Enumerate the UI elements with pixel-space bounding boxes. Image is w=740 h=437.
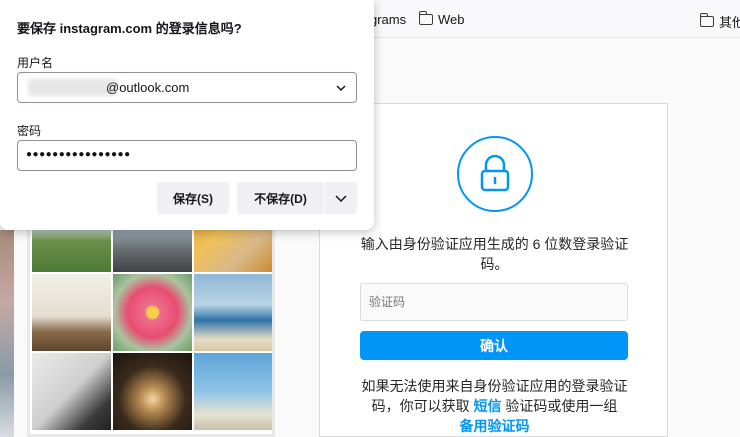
help-text: 如果无法使用来自身份验证应用的登录验证码，你可以获取 短信 验证码或使用一组 备… bbox=[350, 376, 639, 436]
sms-link[interactable]: 短信 bbox=[474, 398, 502, 414]
lock-icon-circle bbox=[457, 136, 533, 212]
lock-icon bbox=[480, 154, 510, 192]
username-label: 用户名 bbox=[17, 56, 54, 70]
redacted-username bbox=[28, 79, 118, 96]
bookmark-label: 其他 bbox=[719, 15, 740, 30]
password-label: 密码 bbox=[17, 124, 42, 138]
photo-tile bbox=[32, 274, 111, 351]
instructions-text: 输入由身份验证应用生成的 6 位数登录验证码。 bbox=[360, 236, 629, 272]
confirm-button[interactable]: 确认 bbox=[360, 331, 628, 360]
popup-title: 要保存 instagram.com 的登录信息吗? bbox=[17, 21, 242, 36]
photo-tile bbox=[194, 353, 272, 430]
bookmark-folder-other[interactable]: 其他 bbox=[699, 12, 740, 31]
save-button[interactable]: 保存(S) bbox=[157, 182, 229, 214]
background-photo-strip bbox=[0, 230, 14, 437]
help-text-middle: 验证码或使用一组 bbox=[505, 398, 618, 414]
password-field[interactable]: ●●●●●●●●●●●●●●●● bbox=[17, 140, 357, 171]
bookmark-label: Web bbox=[438, 12, 465, 27]
folder-icon bbox=[418, 11, 433, 25]
folder-icon bbox=[699, 13, 714, 27]
photo-tile bbox=[194, 274, 272, 351]
more-options-button[interactable] bbox=[325, 182, 357, 214]
verification-code-input[interactable] bbox=[360, 283, 628, 321]
photo-tile bbox=[32, 353, 111, 430]
bookmark-instagram[interactable]: grams bbox=[370, 12, 406, 27]
dont-save-button[interactable]: 不保存(D) bbox=[237, 182, 324, 214]
photo-tile bbox=[113, 274, 192, 351]
bookmark-folder-web[interactable]: Web bbox=[418, 11, 465, 27]
chevron-down-icon bbox=[335, 195, 347, 203]
username-field[interactable]: @outlook.com bbox=[17, 72, 357, 103]
bookmark-label: grams bbox=[370, 12, 407, 27]
photo-tile bbox=[113, 353, 192, 430]
chevron-down-icon bbox=[336, 85, 346, 92]
backup-codes-link[interactable]: 备用验证码 bbox=[460, 418, 530, 434]
password-value: ●●●●●●●●●●●●●●●● bbox=[26, 149, 131, 160]
save-login-popup: 要保存 instagram.com 的登录信息吗? 用户名 @outlook.c… bbox=[0, 0, 374, 230]
username-value: @outlook.com bbox=[106, 80, 190, 95]
